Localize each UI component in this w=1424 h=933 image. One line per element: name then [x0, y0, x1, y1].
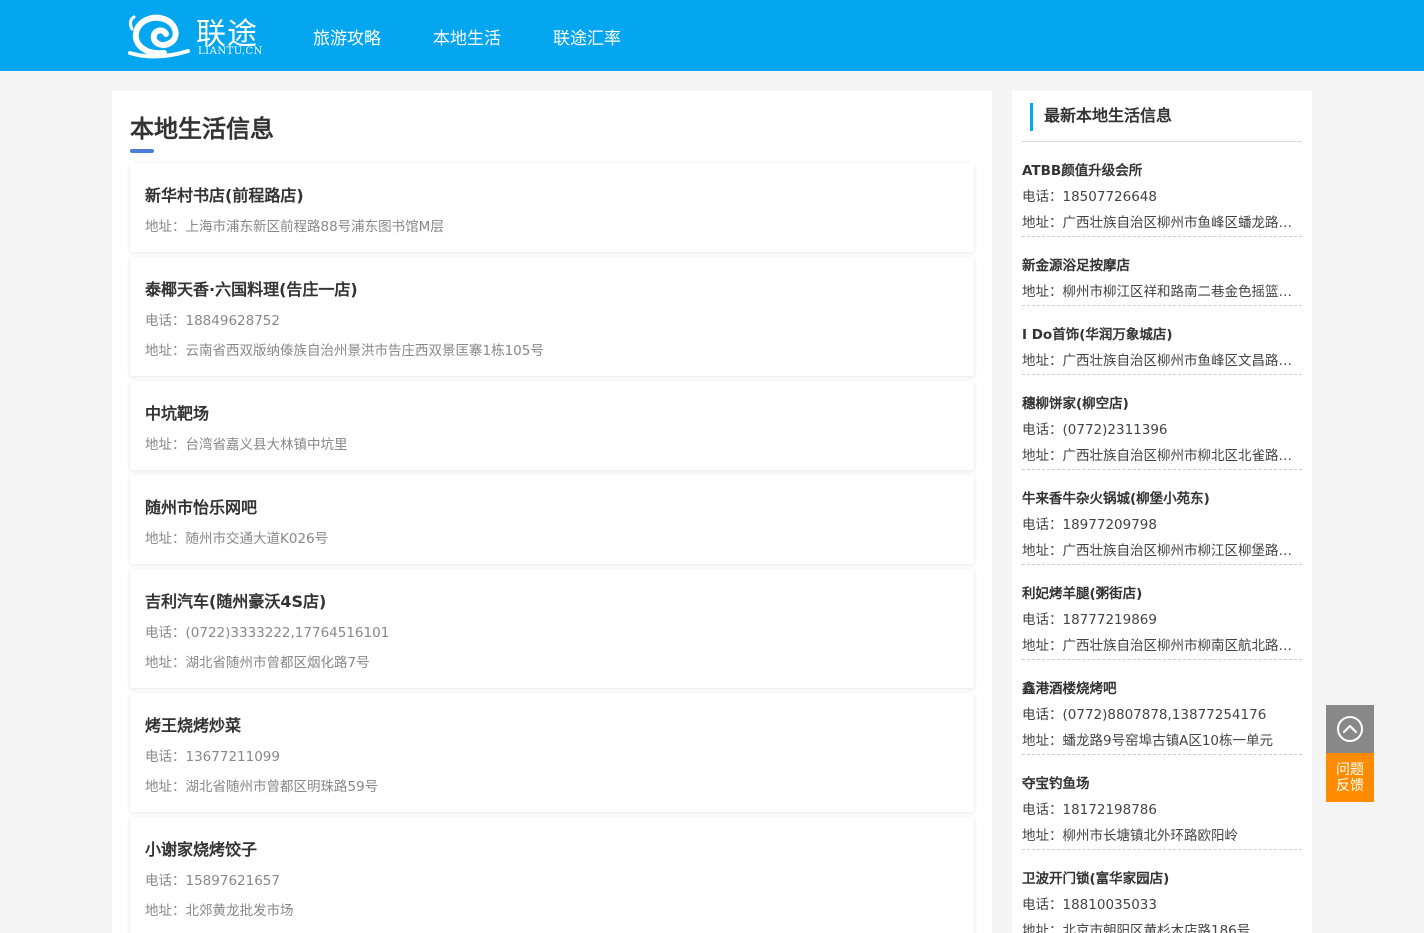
- item-name[interactable]: 新华村书店(前程路店): [145, 182, 304, 206]
- sidebar-item-name[interactable]: 利妃烤羊腿(粥街店): [1022, 582, 1142, 602]
- item-address: 地址：湖北省随州市曾都区明珠路59号: [145, 779, 379, 795]
- site-header: 联途 LIANTU.CN 旅游攻略 本地生活 联途汇率: [0, 0, 1424, 71]
- logo-subtitle: LIANTU.CN: [198, 46, 263, 57]
- sidebar-item-phone: 电话：18777219869: [1022, 612, 1157, 628]
- sidebar-title: 最新本地生活信息: [1030, 103, 1312, 131]
- sidebar-item-address: 地址：广西壮族自治区柳州市鱼峰区蟠龙路…: [1022, 215, 1292, 231]
- sidebar-separator: [1022, 236, 1302, 237]
- nav-travel-guide[interactable]: 旅游攻略: [313, 24, 381, 49]
- sidebar-separator: [1022, 849, 1302, 850]
- sidebar-divider: [1022, 141, 1302, 142]
- sidebar-item-phone: 电话：18507726648: [1022, 189, 1157, 205]
- sidebar-item-phone: 电话：18810035033: [1022, 897, 1157, 913]
- item-address: 地址：北郊黄龙批发市场: [145, 903, 294, 919]
- item-address: 地址：湖北省随州市曾都区烟化路7号: [145, 655, 370, 671]
- item-address: 地址：台湾省嘉义县大林镇中坑里: [145, 437, 348, 453]
- feedback-button[interactable]: 问题 反馈: [1326, 753, 1374, 802]
- item-phone: 电话：13677211099: [145, 749, 280, 765]
- sidebar-separator: [1022, 305, 1302, 306]
- item-phone: 电话：18849628752: [145, 313, 280, 329]
- sidebar-item-address: 地址：广西壮族自治区柳州市柳南区航北路…: [1022, 638, 1292, 654]
- item-name[interactable]: 小谢家烧烤饺子: [145, 836, 257, 860]
- site-logo[interactable]: 联途 LIANTU.CN: [126, 9, 266, 61]
- item-name[interactable]: 烤王烧烤炒菜: [145, 712, 241, 736]
- sidebar: 最新本地生活信息 ATBB颜值升级会所 电话：18507726648 地址：广西…: [1012, 91, 1312, 933]
- nav-local-life[interactable]: 本地生活: [433, 24, 501, 49]
- page-title: 本地生活信息: [130, 115, 274, 143]
- item-address: 地址：随州市交通大道K026号: [145, 531, 329, 547]
- sidebar-item-name[interactable]: I Do首饰(华润万象城店): [1022, 323, 1173, 343]
- sidebar-separator: [1022, 374, 1302, 375]
- item-name[interactable]: 中坑靶场: [145, 400, 209, 424]
- title-underline: [130, 149, 154, 153]
- sidebar-item-address: 地址：柳州市柳江区祥和路南二巷金色摇篮…: [1022, 284, 1292, 300]
- sidebar-item-phone: 电话：(0772)2311396: [1022, 422, 1168, 438]
- sidebar-item-address: 地址：蟠龙路9号窑埠古镇A区10栋一单元: [1022, 733, 1274, 749]
- list-item[interactable]: 吉利汽车(随州豪沃4S店) 电话：(0722)3333222,177645161…: [130, 569, 974, 688]
- sidebar-item-name[interactable]: 新金源浴足按摩店: [1022, 254, 1130, 274]
- sidebar-item-phone: 电话：18977209798: [1022, 517, 1157, 533]
- feedback-label-line1: 问题: [1336, 762, 1364, 778]
- list-item[interactable]: 泰椰天香·六国料理(告庄一店) 电话：18849628752 地址：云南省西双版…: [130, 257, 974, 376]
- item-phone: 电话：15897621657: [145, 873, 280, 889]
- sidebar-item-name[interactable]: 鑫港酒楼烧烤吧: [1022, 677, 1117, 697]
- sidebar-item-name[interactable]: 穗柳饼家(柳空店): [1022, 392, 1129, 412]
- sidebar-item-address: 地址：广西壮族自治区柳州市鱼峰区文昌路…: [1022, 353, 1292, 369]
- back-to-top-button[interactable]: [1326, 705, 1374, 753]
- list-item[interactable]: 随州市怡乐网吧 地址：随州市交通大道K026号: [130, 475, 974, 564]
- nav-exchange-rate[interactable]: 联途汇率: [553, 24, 621, 49]
- list-item[interactable]: 烤王烧烤炒菜 电话：13677211099 地址：湖北省随州市曾都区明珠路59号: [130, 693, 974, 812]
- arrow-up-circle-icon: [1337, 716, 1363, 742]
- sidebar-separator: [1022, 659, 1302, 660]
- item-name[interactable]: 吉利汽车(随州豪沃4S店): [145, 588, 326, 612]
- sidebar-item-name[interactable]: 夺宝钓鱼场: [1022, 772, 1090, 792]
- sidebar-item-address: 地址：广西壮族自治区柳州市柳北区北雀路…: [1022, 448, 1292, 464]
- item-address: 地址：上海市浦东新区前程路88号浦东图书馆M层: [145, 219, 444, 235]
- feedback-label-line2: 反馈: [1336, 778, 1364, 794]
- main-content: 本地生活信息 新华村书店(前程路店) 地址：上海市浦东新区前程路88号浦东图书馆…: [112, 91, 992, 933]
- item-name[interactable]: 随州市怡乐网吧: [145, 494, 257, 518]
- list-item[interactable]: 中坑靶场 地址：台湾省嘉义县大林镇中坑里: [130, 381, 974, 470]
- sidebar-item-address: 地址：广西壮族自治区柳州市柳江区柳堡路…: [1022, 543, 1292, 559]
- item-phone: 电话：(0722)3333222,17764516101: [145, 625, 390, 641]
- sidebar-separator: [1022, 754, 1302, 755]
- item-address: 地址：云南省西双版纳傣族自治州景洪市告庄西双景匡寨1栋105号: [145, 343, 544, 359]
- sidebar-item-address: 地址：北京市朝阳区黄杉木店路186号: [1022, 923, 1251, 933]
- snail-logo-icon: [128, 14, 190, 59]
- sidebar-item-name[interactable]: ATBB颜值升级会所: [1022, 159, 1142, 179]
- sidebar-item-phone: 电话：18172198786: [1022, 802, 1157, 818]
- sidebar-item-name[interactable]: 牛来香牛杂火锅城(柳堡小苑东): [1022, 487, 1210, 507]
- item-name[interactable]: 泰椰天香·六国料理(告庄一店): [145, 276, 358, 300]
- sidebar-separator: [1022, 469, 1302, 470]
- list-item[interactable]: 新华村书店(前程路店) 地址：上海市浦东新区前程路88号浦东图书馆M层: [130, 163, 974, 252]
- list-item[interactable]: 小谢家烧烤饺子 电话：15897621657 地址：北郊黄龙批发市场: [130, 817, 974, 933]
- sidebar-separator: [1022, 564, 1302, 565]
- sidebar-item-address: 地址：柳州市长塘镇北外环路欧阳岭: [1022, 828, 1238, 844]
- sidebar-item-name[interactable]: 卫波开门锁(富华家园店): [1022, 867, 1169, 887]
- sidebar-item-phone: 电话：(0772)8807878,13877254176: [1022, 707, 1267, 723]
